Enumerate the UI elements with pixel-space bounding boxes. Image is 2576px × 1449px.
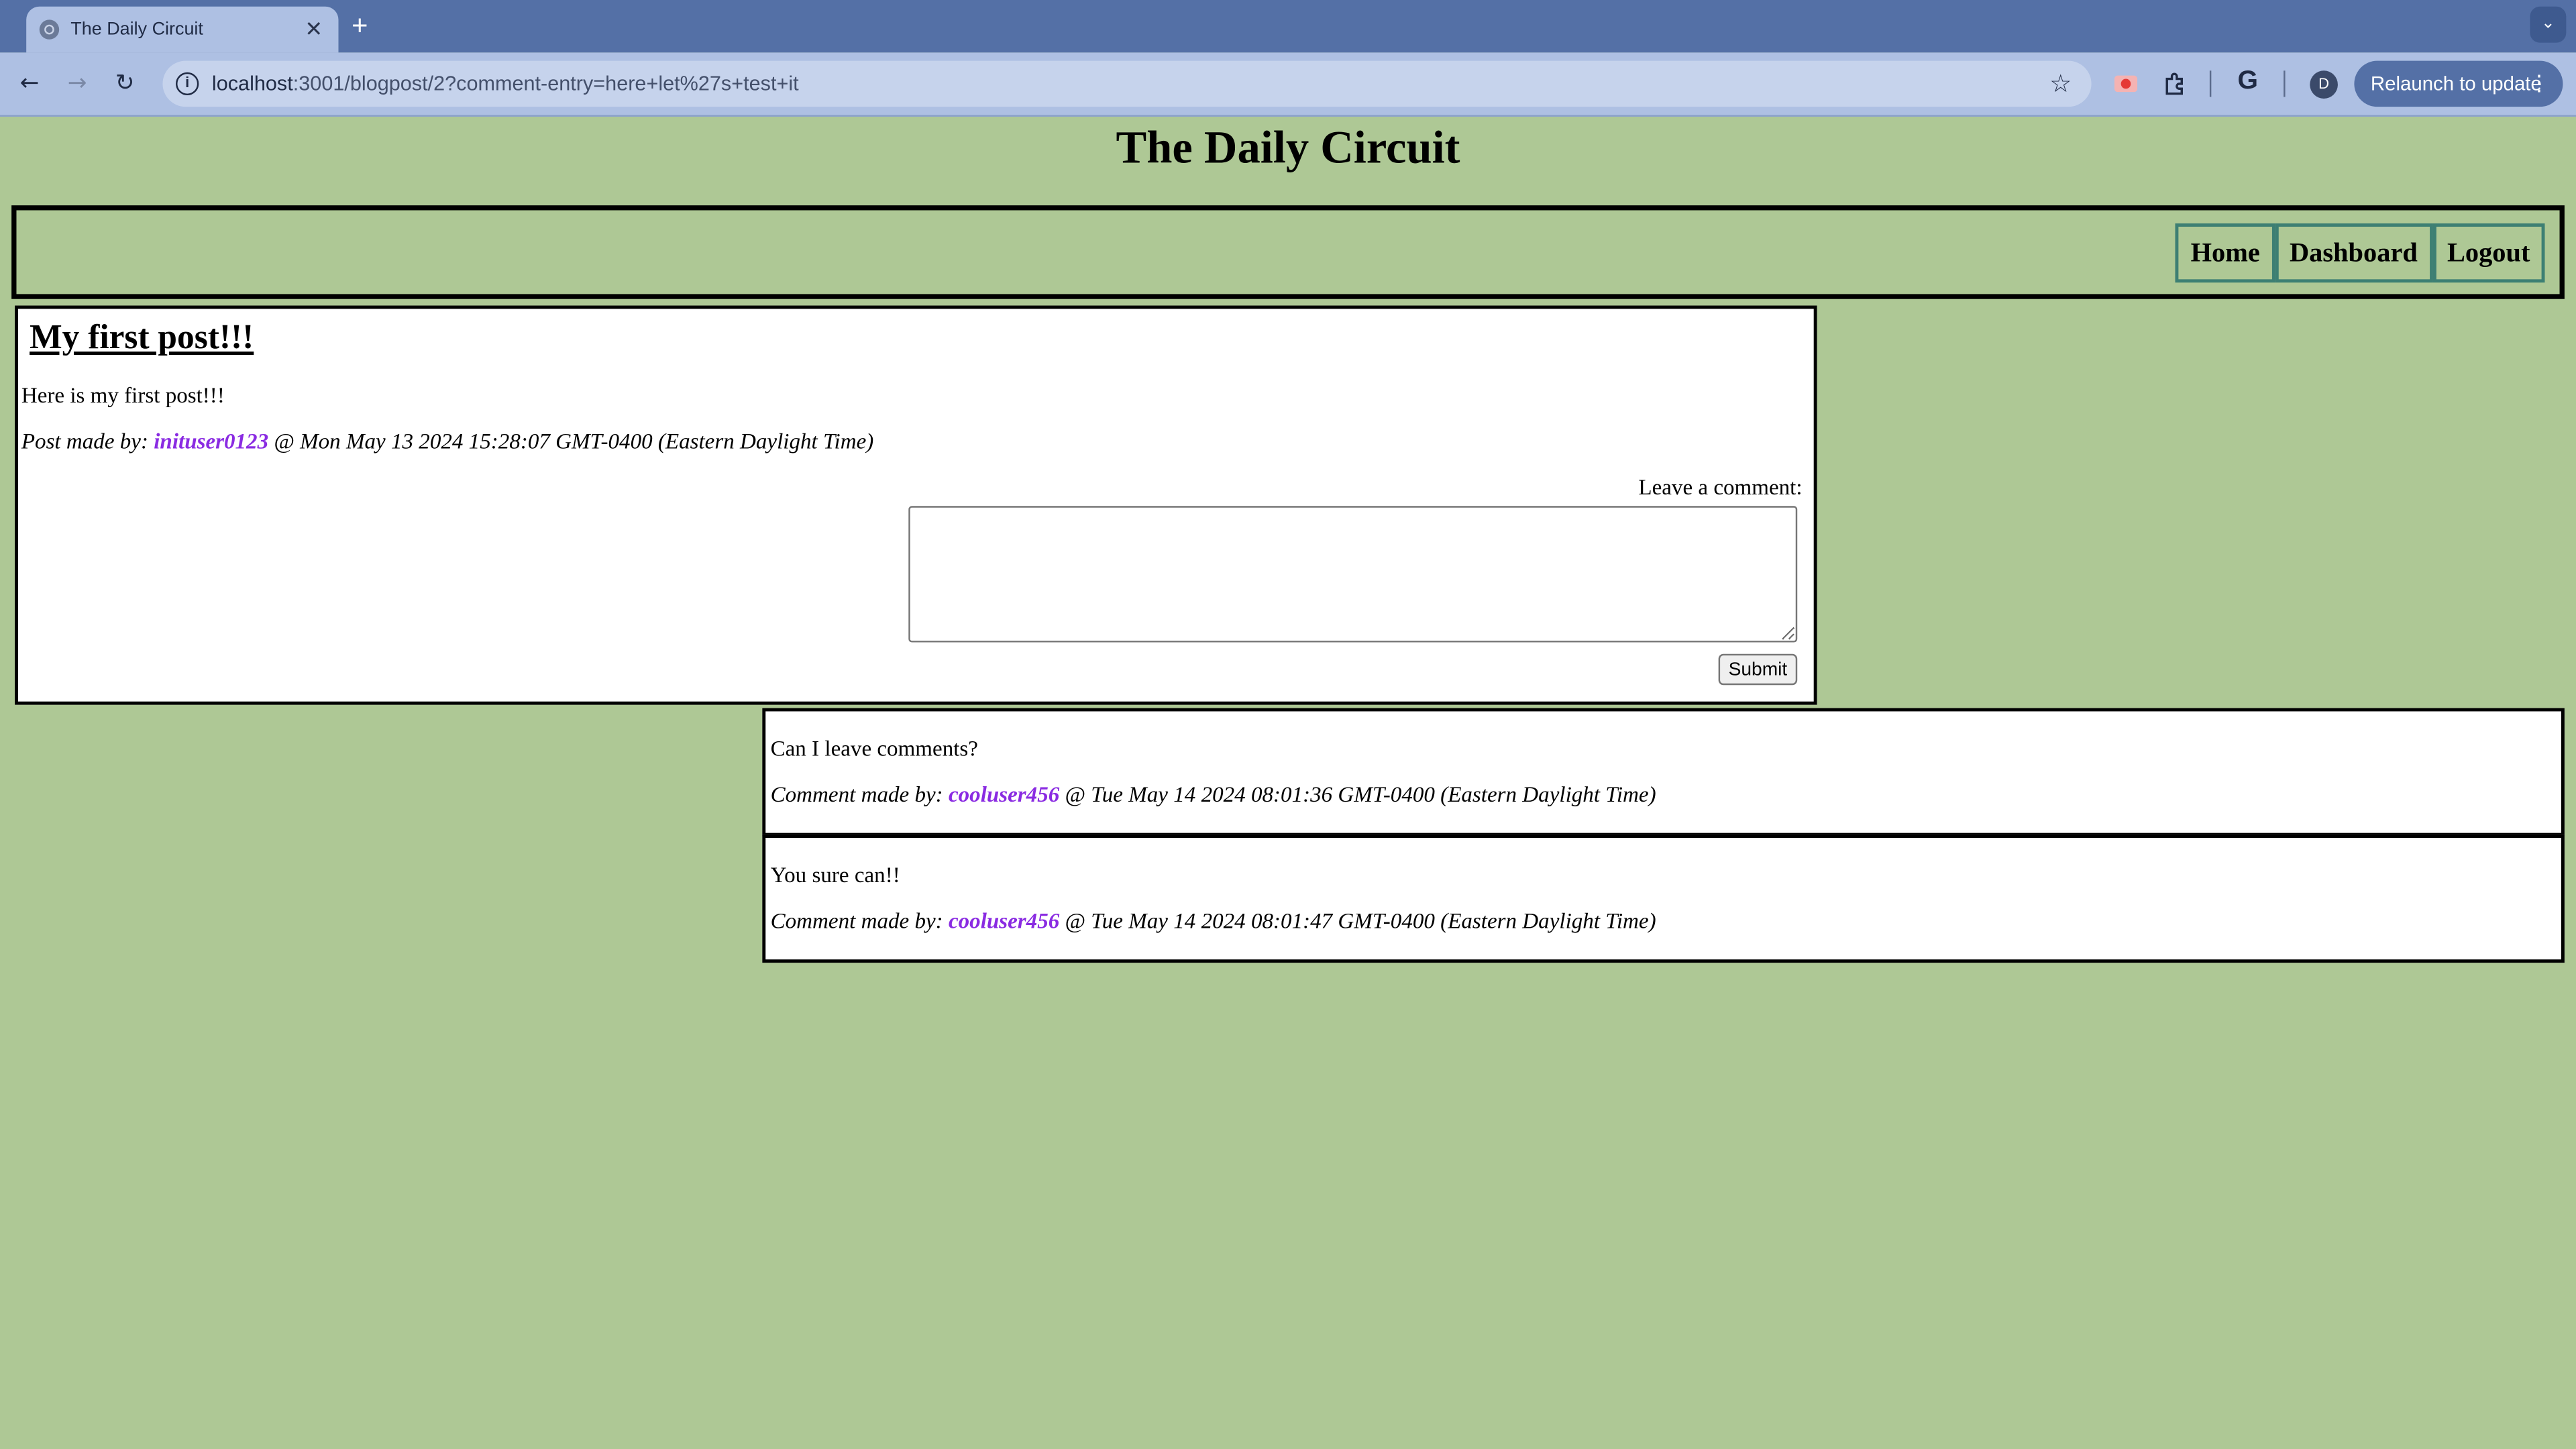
comment-author-link[interactable]: cooluser456: [949, 908, 1059, 933]
close-tab-icon[interactable]: ✕: [303, 16, 325, 42]
nav-dashboard-link[interactable]: Dashboard: [2274, 222, 2432, 282]
submit-button[interactable]: Submit: [1718, 653, 1798, 686]
comment-textarea[interactable]: [908, 506, 1798, 643]
tab-search-chevron-icon[interactable]: ⌄: [2530, 6, 2567, 43]
relaunch-button[interactable]: Relaunch to update ⋮: [2354, 60, 2563, 107]
url-path: :3001/blogpost/2?comment-entry=here+let%…: [292, 72, 799, 96]
post-meta: Post made by: inituser0123 @ Mon May 13 …: [21, 429, 873, 455]
comment-meta-prefix: Comment made by:: [770, 908, 949, 934]
post-author-link[interactable]: inituser0123: [154, 429, 268, 453]
comment-meta-timestamp: @ Tue May 14 2024 08:01:47 GMT-0400 (Eas…: [1059, 908, 1656, 934]
bookmark-star-icon[interactable]: ☆: [2049, 69, 2072, 99]
post-card: My first post!!! Here is my first post!!…: [15, 305, 1817, 705]
comment-text: You sure can!!: [770, 862, 900, 888]
browser-tab[interactable]: The Daily Circuit ✕: [26, 6, 339, 53]
comment-card: You sure can!! Comment made by: cooluser…: [762, 835, 2565, 963]
post-meta-prefix: Post made by:: [21, 429, 154, 453]
profile-avatar[interactable]: D: [2310, 70, 2338, 99]
relaunch-label: Relaunch to update: [2370, 72, 2542, 96]
more-menu-icon[interactable]: ⋮: [2528, 70, 2550, 97]
address-bar[interactable]: i localhost:3001/blogpost/2?comment-entr…: [162, 60, 2092, 107]
comment-meta: Comment made by: cooluser456 @ Tue May 1…: [771, 908, 1656, 934]
comment-author-link[interactable]: cooluser456: [949, 782, 1059, 807]
browser-tab-bar: The Daily Circuit ✕ + ⌄: [0, 0, 2576, 53]
new-tab-button[interactable]: +: [352, 10, 368, 43]
comment-card: Can I leave comments? Comment made by: c…: [762, 708, 2565, 837]
site-info-icon[interactable]: i: [176, 72, 199, 96]
extensions-puzzle-icon[interactable]: [2162, 70, 2188, 97]
comment-meta-timestamp: @ Tue May 14 2024 08:01:36 GMT-0400 (Eas…: [1059, 782, 1656, 807]
back-arrow-icon[interactable]: ←: [13, 67, 46, 100]
comment-text: Can I leave comments?: [770, 736, 978, 761]
toolbar-divider: [2209, 70, 2212, 97]
post-body: Here is my first post!!!: [21, 382, 225, 408]
nav-home-link[interactable]: Home: [2176, 222, 2275, 282]
comment-meta-prefix: Comment made by:: [770, 782, 949, 807]
site-nav: Home Dashboard Logout: [11, 205, 2565, 299]
reload-icon[interactable]: ↻: [109, 67, 142, 100]
forward-arrow-icon[interactable]: →: [61, 67, 94, 100]
site-title: The Daily Circuit: [1116, 123, 1460, 174]
comment-meta: Comment made by: cooluser456 @ Tue May 1…: [771, 782, 1656, 808]
comment-label: Leave a comment:: [1638, 474, 1803, 500]
tab-title: The Daily Circuit: [70, 19, 203, 40]
post-meta-timestamp: @ Mon May 13 2024 15:28:07 GMT-0400 (Eas…: [268, 429, 874, 453]
browser-toolbar: ← → ↻ i localhost:3001/blogpost/2?commen…: [0, 52, 2576, 117]
globe-icon: [39, 19, 60, 40]
toolbar-divider: [2284, 70, 2286, 97]
nav-logout-link[interactable]: Logout: [2432, 222, 2545, 282]
viewport: The Daily Circuit ✕ + ⌄ ← → ↻ i localhos…: [0, 0, 2576, 1449]
google-icon[interactable]: G: [2238, 67, 2258, 97]
post-title: My first post!!!: [30, 317, 254, 357]
url-host: localhost: [211, 72, 293, 96]
extension-record-icon[interactable]: [2114, 74, 2138, 93]
